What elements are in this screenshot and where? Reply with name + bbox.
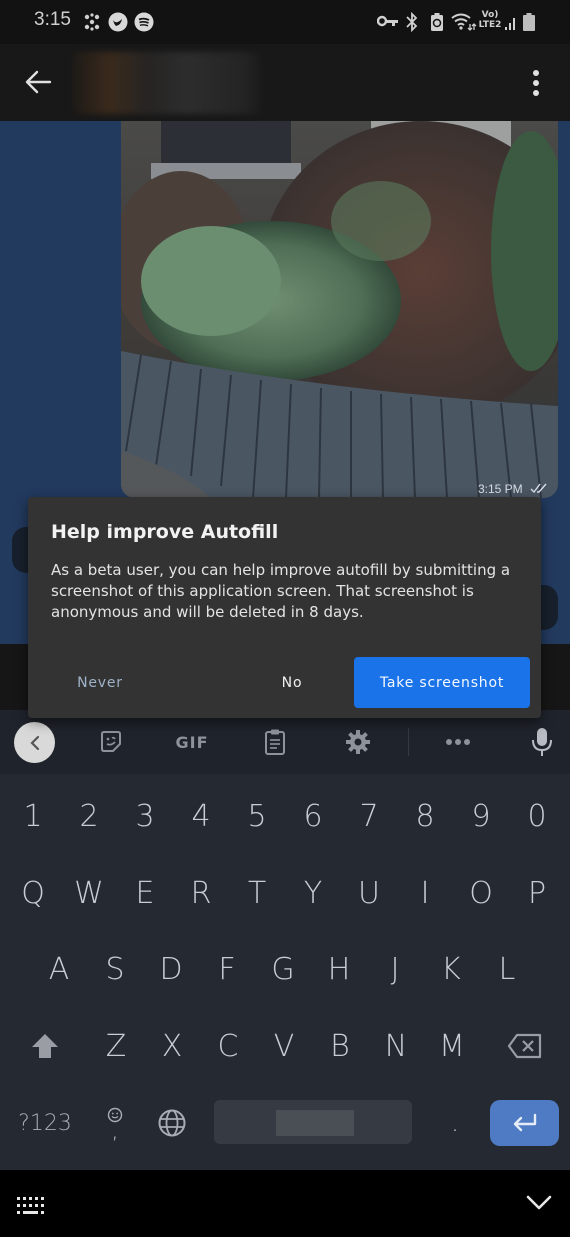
key-7[interactable]: 7 — [341, 778, 397, 854]
more-options-button[interactable] — [443, 726, 473, 758]
key-l[interactable]: L — [479, 931, 535, 1007]
status-bar: 3:15 Vo) LTE2 — [0, 0, 570, 44]
shift-icon — [32, 1034, 58, 1058]
wifi-icon — [451, 13, 477, 31]
keyboard: G I F 1 2 3 4 5 6 7 8 9 0 Q W E R T Y U I … — [0, 710, 570, 1170]
symbols-key[interactable]: ?123 — [6, 1085, 84, 1161]
status-time: 3:15 — [34, 9, 71, 30]
key-i[interactable]: I — [397, 855, 453, 931]
key-8[interactable]: 8 — [397, 778, 453, 854]
space-key-indicator — [276, 1110, 354, 1136]
key-1[interactable]: 1 — [5, 778, 61, 854]
key-w[interactable]: W — [61, 855, 117, 931]
chevron-left-icon — [29, 735, 39, 750]
no-button[interactable]: No — [248, 657, 336, 708]
shift-key[interactable] — [10, 1008, 80, 1084]
vpn-key-icon — [377, 15, 398, 27]
key-6[interactable]: 6 — [285, 778, 341, 854]
spotify-icon — [134, 12, 154, 32]
letter-row-1: Q W E R T Y U I O P — [0, 855, 570, 931]
toolbar-divider — [408, 728, 409, 756]
conversation-title-blurred[interactable] — [72, 52, 262, 114]
key-d[interactable]: D — [143, 931, 199, 1007]
key-c[interactable]: C — [200, 1008, 256, 1084]
comma-emoji-key[interactable]: , — [92, 1085, 138, 1161]
photo-message[interactable]: 3:15 PM — [121, 121, 558, 498]
keyboard-switch-icon[interactable] — [17, 1197, 47, 1217]
chevron-down-icon[interactable] — [526, 1194, 552, 1212]
more-horiz-icon — [446, 739, 470, 745]
settings-button[interactable] — [343, 726, 373, 758]
voice-input-button[interactable] — [527, 726, 557, 758]
key-p[interactable]: P — [509, 855, 565, 931]
key-m[interactable]: M — [424, 1008, 480, 1084]
backspace-icon — [507, 1033, 542, 1059]
volte-lte2-icon: Vo) LTE2 — [478, 10, 502, 30]
battery-saver-icon — [431, 13, 443, 31]
sticker-button[interactable] — [96, 726, 126, 758]
navigation-bar — [0, 1170, 570, 1237]
enter-key[interactable] — [490, 1100, 559, 1146]
key-4[interactable]: 4 — [173, 778, 229, 854]
settings-icon — [346, 730, 370, 754]
more-vert-icon[interactable] — [528, 68, 544, 98]
photo-image — [121, 121, 558, 498]
never-button[interactable]: Never — [48, 657, 152, 708]
signal-icon — [505, 18, 515, 30]
key-f[interactable]: F — [199, 931, 255, 1007]
key-5[interactable]: 5 — [229, 778, 285, 854]
key-j[interactable]: J — [367, 931, 423, 1007]
period-key[interactable]: . — [430, 1085, 480, 1161]
take-screenshot-button[interactable]: Take screenshot — [354, 657, 530, 708]
app-bar — [0, 44, 570, 121]
enter-icon — [513, 1113, 536, 1132]
key-a[interactable]: A — [31, 931, 87, 1007]
keyboard-toolbar: GIF — [0, 710, 570, 774]
key-v[interactable]: V — [256, 1008, 312, 1084]
collapse-toolbar-button[interactable] — [14, 722, 55, 763]
backspace-key[interactable] — [490, 1008, 560, 1084]
key-o[interactable]: O — [453, 855, 509, 931]
key-g[interactable]: G — [255, 931, 311, 1007]
bluetooth-icon — [406, 12, 418, 32]
letter-row-2: A S D F G H J K L — [0, 931, 570, 1007]
autofill-dialog: Help improve Autofill As a beta user, yo… — [28, 497, 541, 718]
key-3[interactable]: 3 — [117, 778, 173, 854]
key-2[interactable]: 2 — [61, 778, 117, 854]
arrow-left-icon[interactable] — [22, 66, 54, 98]
twitter-icon — [108, 12, 128, 32]
key-e[interactable]: E — [117, 855, 173, 931]
language-key[interactable] — [146, 1085, 198, 1161]
key-z[interactable]: Z — [88, 1008, 144, 1084]
key-u[interactable]: U — [341, 855, 397, 931]
letter-row-3: Z X C V B N M — [0, 1008, 570, 1084]
battery-icon — [523, 13, 535, 31]
key-y[interactable]: Y — [285, 855, 341, 931]
key-x[interactable]: X — [144, 1008, 200, 1084]
double-check-icon — [530, 483, 547, 494]
key-n[interactable]: N — [368, 1008, 424, 1084]
dialog-title: Help improve Autofill — [51, 521, 279, 543]
key-9[interactable]: 9 — [453, 778, 509, 854]
clipboard-button[interactable] — [260, 726, 290, 758]
key-r[interactable]: R — [173, 855, 229, 931]
space-key[interactable] — [214, 1100, 412, 1144]
key-h[interactable]: H — [311, 931, 367, 1007]
microphone-icon — [532, 728, 552, 756]
key-b[interactable]: B — [312, 1008, 368, 1084]
key-q[interactable]: Q — [5, 855, 61, 931]
key-k[interactable]: K — [423, 931, 479, 1007]
message-timestamp: 3:15 PM — [478, 482, 548, 496]
key-t[interactable]: T — [229, 855, 285, 931]
number-row: 1 2 3 4 5 6 7 8 9 0 — [0, 778, 570, 854]
pinwheel-icon — [84, 13, 100, 31]
sticker-icon — [101, 731, 121, 752]
key-s[interactable]: S — [87, 931, 143, 1007]
dialog-message: As a beta user, you can help improve aut… — [51, 561, 511, 621]
key-0[interactable]: 0 — [509, 778, 565, 854]
gif-button[interactable]: GIF — [170, 726, 214, 758]
clipboard-icon — [265, 729, 285, 755]
globe-icon — [158, 1109, 186, 1137]
